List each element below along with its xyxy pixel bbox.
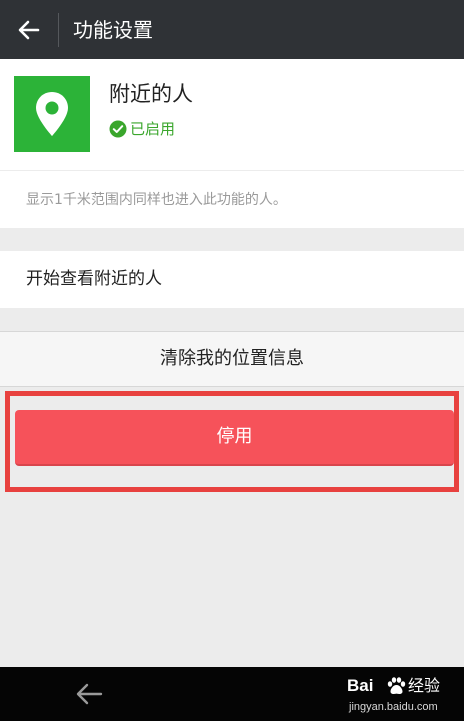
arrow-left-icon[interactable]	[16, 17, 42, 43]
nav-back-arrow-icon[interactable]	[74, 681, 104, 707]
paw-icon	[387, 677, 406, 695]
status-text: 已启用	[130, 120, 176, 138]
feature-description: 显示1千米范围内同样也进入此功能的人。	[0, 171, 464, 228]
clear-location-button[interactable]: 清除我的位置信息	[0, 331, 464, 387]
watermark-logo: Bai	[347, 676, 374, 695]
watermark-name: 经验	[408, 676, 441, 695]
check-circle-icon	[109, 120, 127, 138]
view-nearby-people-item[interactable]: 开始查看附近的人	[0, 251, 464, 308]
page-title: 功能设置	[73, 18, 153, 42]
clear-location-label: 清除我的位置信息	[160, 348, 304, 369]
title-bar: 功能设置	[0, 0, 464, 59]
description-text: 显示1千米范围内同样也进入此功能的人。	[26, 192, 287, 208]
location-pin-icon	[36, 92, 68, 136]
watermark: Bai 经验 jingyan.baidu.com	[345, 671, 461, 719]
header-divider	[58, 13, 59, 47]
view-nearby-people-label: 开始查看附近的人	[26, 269, 162, 289]
highlight-annotation-frame	[5, 391, 459, 492]
watermark-url: jingyan.baidu.com	[349, 701, 438, 713]
feature-name: 附近的人	[109, 82, 193, 106]
feature-card: 附近的人 已启用	[0, 59, 464, 170]
feature-icon-tile	[14, 76, 90, 152]
